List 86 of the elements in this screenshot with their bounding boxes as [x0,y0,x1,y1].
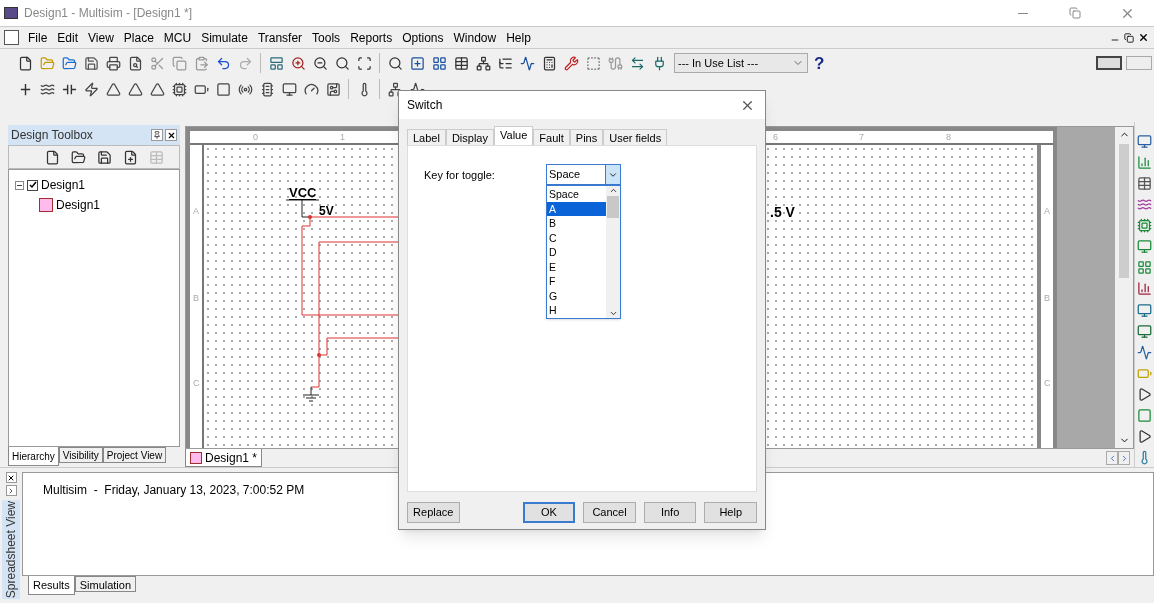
tab[interactable]: User fields [603,129,668,145]
ruler-label: 7 [859,131,864,144]
ruler-label: C [1044,377,1051,390]
circuit-label: .5 V [770,205,795,219]
ruler-label: B [193,292,199,305]
menu-item[interactable]: MCU [158,28,197,47]
panel-tab[interactable]: Simulation [74,576,137,592]
ruler-label: B [1044,292,1050,305]
circuit-label: 5V [319,205,334,217]
list-option[interactable]: G [547,288,606,303]
app-icon [4,7,18,19]
list-option[interactable]: E [547,259,606,274]
ruler-label: A [1044,205,1050,218]
panel-tab[interactable]: Project View [102,447,167,463]
panel-tab[interactable]: Hierarchy [8,447,59,466]
chevron-right-icon [7,486,15,495]
restore-button[interactable] [1122,30,1136,45]
pin-icon [153,131,161,139]
panel-tab[interactable]: Results [28,576,75,595]
dialog-button[interactable]: Replace [407,502,460,523]
menu-item[interactable]: File [23,28,53,47]
scroll-left-button[interactable] [1106,451,1118,465]
minimize-icon [1018,12,1028,14]
ruler-label: 8 [946,131,951,144]
scroll-right-button[interactable] [1118,451,1130,465]
pin-button[interactable] [151,129,163,141]
in-use-list-dropdown[interactable]: --- In Use List --- [674,53,808,73]
menu-item[interactable]: Place [118,28,159,47]
menu-item[interactable]: Transfer [252,28,308,47]
menu-item[interactable]: Edit [52,28,84,47]
dialog-title: Switch [407,97,444,114]
restore-icon [1124,32,1134,43]
panel-title: Design Toolbox [11,127,94,144]
list-option[interactable]: A [547,201,606,216]
dialog-button[interactable]: Info [643,502,697,523]
document-icon [4,30,19,45]
list-option[interactable]: C [547,230,606,245]
menu-item[interactable]: Simulate [196,28,253,47]
ruler-label: 0 [253,131,258,144]
tree-item[interactable]: Design1 [41,176,86,194]
close-button[interactable] [165,129,177,141]
dialog-button[interactable]: Cancel [583,502,636,523]
menu-item[interactable]: Tools [307,28,346,47]
sheet-tab[interactable]: Design1 * [185,449,263,467]
tab[interactable]: Label [407,129,446,145]
chevron-up-icon [608,186,618,195]
expand-button[interactable] [5,485,17,496]
dialog-button[interactable]: OK [522,502,576,523]
ruler-label: A [193,205,199,218]
list-option[interactable]: D [547,245,606,260]
field-label: Key for toggle: [424,168,496,183]
ruler-label: C [193,377,200,390]
restore-icon [1069,7,1081,19]
tab[interactable]: Fault [533,129,570,145]
menu-item[interactable]: Options [397,28,449,47]
close-icon [166,130,176,140]
help-button[interactable]: ? [814,54,825,72]
tree-item[interactable]: Design1 [56,196,101,214]
scrollbar-thumb[interactable] [1119,144,1129,278]
checkbox[interactable] [27,179,38,191]
list-option[interactable]: Space [547,187,606,202]
dialog-button[interactable]: Help [704,502,757,523]
menu-item[interactable]: Help [501,28,536,47]
collapse-icon[interactable] [15,180,24,190]
tab[interactable]: Display [445,129,494,145]
window-title: Design1 - Multisim - [Design1 *] [24,5,193,22]
close-icon [7,473,15,482]
ruler-label: 1 [340,131,345,144]
key-dropdown[interactable]: Space [546,164,621,185]
menu-item[interactable]: Window [448,28,502,47]
menu-item[interactable]: View [83,28,119,47]
tab[interactable]: Pins [569,129,604,145]
menu-item[interactable]: Reports [345,28,398,47]
ruler-label: 6 [773,131,778,144]
close-icon [1137,32,1149,43]
scrollbar-thumb[interactable] [607,196,619,218]
list-option[interactable]: F [547,274,606,289]
log-line: Multisim - Friday, January 13, 2023, 7:00:52 PM [43,482,306,499]
list-option[interactable]: H [547,303,606,318]
tab[interactable]: Value [494,126,534,145]
panel-tab[interactable]: Visibility [58,447,103,463]
list-scrollbar[interactable] [606,186,620,318]
panel-title: Spreadsheet View [2,500,20,600]
list-option[interactable]: B [547,216,606,231]
circuit-label: VCC [289,186,317,200]
close-button[interactable] [5,472,17,483]
